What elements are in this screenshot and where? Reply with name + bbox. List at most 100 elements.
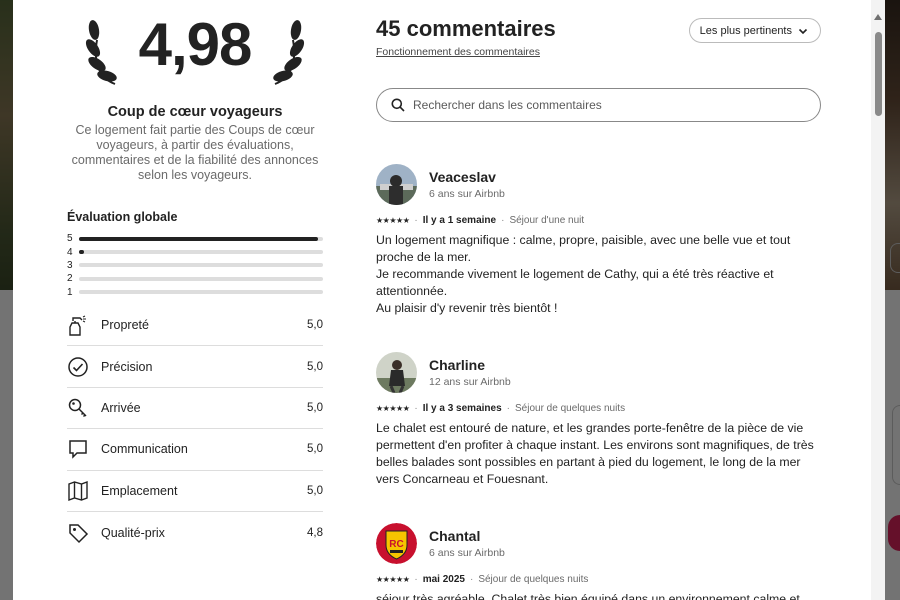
avatar[interactable] (376, 163, 417, 205)
distribution-row: 4 (67, 245, 323, 258)
category-label: Qualité-prix (101, 525, 165, 540)
guest-favorite-title: Coup de cœur voyageurs (107, 104, 283, 120)
review-meta-line: ★★★★★ · Il y a 1 semaine · Séjour d'une nuit (376, 215, 821, 226)
separator-dot: · (414, 215, 418, 226)
scrollbar-thumb[interactable] (875, 32, 882, 116)
distribution-bar (79, 250, 323, 255)
category-label: Communication (101, 442, 188, 457)
tag-icon (67, 521, 101, 545)
review-text: séjour très agréable. Chalet très bien é… (376, 592, 800, 600)
how-reviews-work-link[interactable]: Fonctionnement des commentaires (376, 46, 540, 58)
check-circle-icon (67, 355, 101, 379)
distribution-bar (79, 263, 323, 268)
reviewer-name: Veaceslav (429, 168, 496, 185)
separator-dot: · (414, 403, 418, 414)
category-ratings: Propreté 5,0 Précision 5,0 Arrivée 5,0 Communi… (67, 305, 323, 553)
separator-dot: · (501, 215, 505, 226)
key-icon (67, 396, 101, 420)
distribution-star-label: 1 (67, 286, 73, 298)
stay-type: Séjour de quelques nuits (515, 403, 626, 414)
overall-rating-title: Évaluation globale (67, 210, 178, 224)
distribution-row: 5 (67, 232, 323, 245)
distribution-bar-fill (79, 250, 84, 255)
svg-text:RC: RC (389, 539, 403, 550)
distribution-row: 1 (67, 286, 323, 299)
laurel-right-icon (273, 20, 305, 85)
reviews-list: Veaceslav 6 ans sur Airbnb ★★★★★ · Il y a 1 … (376, 163, 821, 600)
category-rating-row: Propreté 5,0 (67, 305, 323, 347)
review-author[interactable]: Veaceslav 6 ans sur Airbnb (376, 163, 821, 205)
stay-type: Séjour de quelques nuits (478, 574, 589, 585)
category-rating-row: Arrivée 5,0 (67, 388, 323, 430)
review-date: Il y a 3 semaines (422, 403, 502, 414)
search-icon (391, 98, 405, 112)
rating-summary: 4,98 Coup de cœur voyageurs Ce logement … (67, 0, 323, 553)
distribution-bar-fill (79, 236, 319, 241)
review-author-info: Chantal 6 ans sur Airbnb (429, 528, 505, 559)
category-score: 5,0 (307, 360, 323, 373)
modal-scrollbar[interactable] (871, 0, 885, 600)
separator-dot: · (469, 574, 474, 585)
distribution-bar (79, 276, 323, 281)
review-author-info: Veaceslav 6 ans sur Airbnb (429, 169, 505, 200)
category-label: Précision (101, 359, 153, 374)
category-score: 5,0 (307, 319, 323, 332)
avatar[interactable]: RC (376, 522, 417, 564)
reviewer-tenure: 12 ans sur Airbnb (429, 375, 511, 388)
distribution-row: 2 (67, 272, 323, 285)
review-item: Veaceslav 6 ans sur Airbnb ★★★★★ · Il y a 1 … (376, 163, 821, 317)
review-author[interactable]: Charline 12 ans sur Airbnb (376, 351, 821, 393)
category-rating-row: Communication 5,0 (67, 429, 323, 471)
guest-favorite-description: Ce logement fait partie des Coups de cœu… (71, 123, 319, 182)
rating-distribution: 543 21 (67, 232, 323, 299)
sort-label: Les plus pertinents (699, 24, 792, 37)
category-label: Emplacement (101, 483, 178, 498)
star-rating-icon: ★★★★★ (376, 575, 410, 584)
chevron-down-icon (798, 28, 808, 34)
reviews-modal: 4,98 Coup de cœur voyageurs Ce logement … (13, 0, 885, 600)
distribution-star-label: 4 (67, 246, 73, 258)
star-rating-icon: ★★★★★ (376, 404, 410, 413)
category-score: 5,0 (307, 443, 323, 456)
review-text: Le chalet est entouré de nature, et les … (376, 421, 814, 486)
review-author[interactable]: RC Chantal 6 ans sur Airbnb (376, 522, 821, 564)
search-input[interactable] (413, 98, 803, 112)
review-text: Un logement magnifique : calme, propre, … (376, 233, 791, 315)
review-meta-line: ★★★★★ · Il y a 3 semaines · Séjour de quelqu… (376, 403, 821, 414)
sort-dropdown[interactable]: Les plus pertinents (688, 18, 821, 43)
category-rating-row: Qualité-prix 4,8 (67, 512, 323, 553)
category-rating-row: Précision 5,0 (67, 346, 323, 388)
stay-type: Séjour d'une nuit (509, 215, 585, 226)
reviewer-name: Charline (429, 356, 486, 373)
map-icon (67, 479, 101, 503)
review-meta-line: ★★★★★ · mai 2025 · Séjour de quelques nuits (376, 574, 821, 585)
reviews-search-field[interactable] (376, 88, 821, 122)
distribution-row: 3 (67, 259, 323, 272)
category-rating-row: Emplacement 5,0 (67, 471, 323, 512)
distribution-star-label: 2 (67, 273, 73, 285)
reviews-count-title: 45 commentaires (376, 16, 556, 41)
separator-dot: · (414, 574, 418, 585)
distribution-bar (79, 236, 323, 241)
review-date: Il y a 1 semaine (422, 215, 497, 226)
spray-bottle-icon (67, 313, 101, 337)
avatar[interactable] (376, 351, 417, 393)
review-item: RC Chantal 6 ans sur Airbnb ★★★★★ · mai 2025 ·… (376, 522, 821, 600)
reviewer-name: Chantal (429, 527, 481, 544)
category-score: 5,0 (307, 401, 323, 414)
distribution-star-label: 5 (67, 233, 73, 245)
category-label: Propreté (101, 318, 149, 333)
separator-dot: · (506, 403, 510, 414)
review-item: Charline 12 ans sur Airbnb ★★★★★ · Il y a 3 … (376, 351, 821, 488)
distribution-star-label: 3 (67, 259, 73, 271)
scroll-up-arrow-icon[interactable] (874, 14, 882, 20)
review-author-info: Charline 12 ans sur Airbnb (429, 357, 511, 388)
reviewer-tenure: 6 ans sur Airbnb (429, 187, 505, 200)
category-label: Arrivée (101, 400, 141, 415)
guest-favorite-badge: 4,98 (67, 0, 323, 100)
distribution-bar (79, 290, 323, 295)
chat-bubble-icon (67, 437, 101, 461)
reviewer-tenure: 6 ans sur Airbnb (429, 546, 505, 559)
review-date: mai 2025 (422, 574, 465, 585)
category-score: 5,0 (307, 484, 323, 497)
